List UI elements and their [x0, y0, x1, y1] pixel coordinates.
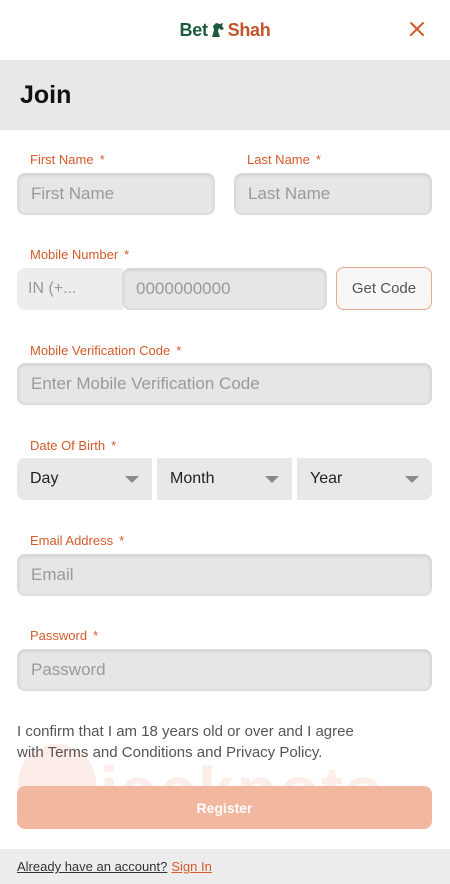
last-name-placeholder: Last Name [248, 184, 331, 203]
close-button[interactable] [404, 16, 430, 42]
confirm-text: I confirm that I am 18 years old or over… [17, 723, 354, 761]
sign-in-link[interactable]: Sign In [171, 859, 211, 874]
chevron-down-icon [405, 475, 419, 483]
brand-logo-part2: Shah [227, 19, 271, 40]
email-input[interactable]: Email [17, 554, 432, 596]
password-label: Password * [30, 628, 99, 643]
verification-code-placeholder: Enter Mobile Verification Code [31, 374, 260, 393]
get-code-label: Get Code [351, 280, 417, 297]
dob-day-select[interactable]: Day [17, 458, 152, 500]
register-button[interactable]: Register [17, 786, 432, 829]
first-name-label: First Name * [30, 152, 105, 167]
email-placeholder: Email [31, 565, 74, 584]
brand-logo: Bet Shah [180, 20, 271, 41]
page-header: Join [0, 60, 450, 130]
horse-icon [211, 23, 224, 37]
dob-month-value: Month [170, 470, 215, 487]
already-account-link[interactable]: Already have an account? [17, 859, 167, 874]
close-icon [410, 22, 424, 36]
first-name-input[interactable]: First Name [17, 173, 215, 215]
password-input[interactable]: Password [17, 649, 432, 691]
dob-month-select[interactable]: Month [157, 458, 292, 500]
top-bar: Bet Shah [0, 0, 450, 60]
password-placeholder: Password [31, 660, 106, 679]
chevron-down-icon [265, 475, 279, 483]
dob-label: Date Of Birth * [30, 438, 117, 453]
age-terms-confirmation: I confirm that I am 18 years old or over… [17, 721, 382, 763]
dob-year-select[interactable]: Year [297, 458, 432, 500]
register-label: Register [196, 799, 253, 816]
last-name-label: Last Name * [247, 152, 321, 167]
page-title: Join [20, 80, 72, 109]
country-code-select[interactable]: IN (+... [17, 268, 123, 310]
chevron-down-icon [125, 475, 139, 483]
mobile-number-input[interactable]: 0000000000 [122, 268, 327, 310]
email-label: Email Address * [30, 533, 125, 548]
country-code-value: IN (+... [28, 280, 77, 297]
verification-code-input[interactable]: Enter Mobile Verification Code [17, 363, 432, 405]
dob-day-value: Day [30, 470, 59, 487]
dob-year-value: Year [310, 470, 343, 487]
mobile-number-placeholder: 0000000000 [136, 279, 231, 298]
footer: Already have an account? Sign In [0, 849, 450, 884]
verification-code-label: Mobile Verification Code * [30, 343, 182, 358]
last-name-input[interactable]: Last Name [234, 173, 432, 215]
get-code-button[interactable]: Get Code [336, 267, 432, 310]
mobile-number-label: Mobile Number * [30, 247, 130, 262]
first-name-placeholder: First Name [31, 184, 115, 203]
brand-logo-part1: Bet [179, 19, 208, 40]
